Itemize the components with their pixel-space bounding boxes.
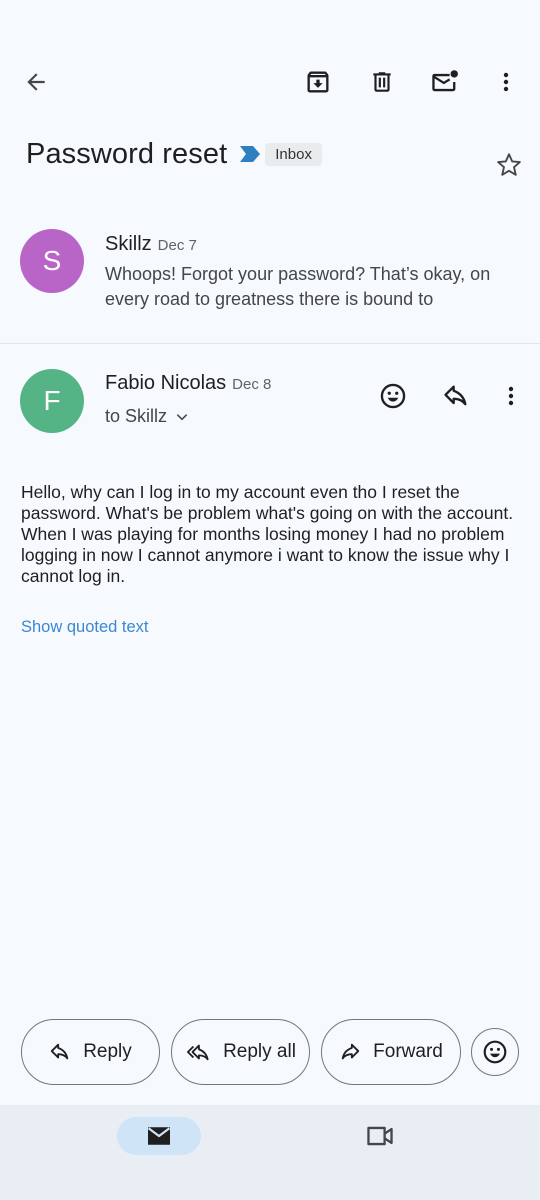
trash-icon	[373, 72, 391, 92]
emoji-reaction-button[interactable]	[471, 1028, 519, 1076]
mail-unread-icon	[432, 70, 458, 92]
reply-all-button[interactable]: Reply all	[171, 1019, 310, 1085]
subject-row: Password reset Inbox	[26, 134, 322, 174]
recipient-details-toggle[interactable]: to Skillz	[105, 406, 189, 427]
archive-icon	[307, 71, 329, 93]
star-outline-icon	[497, 153, 521, 176]
mark-unread-button[interactable]	[425, 62, 465, 102]
sender-name: Skillz	[105, 233, 152, 255]
reply-label: Reply	[83, 1041, 132, 1062]
recipient-line: to Skillz	[105, 406, 168, 426]
reply-icon-button[interactable]	[436, 376, 476, 416]
message-body: Hello, why can I log in to my account ev…	[21, 482, 514, 586]
mail-icon	[147, 1127, 171, 1145]
email-subject: Password reset	[26, 137, 228, 170]
reply-icon	[444, 385, 467, 406]
importance-marker-icon[interactable]	[239, 145, 261, 163]
emoji-icon	[380, 383, 406, 409]
reply-all-icon	[187, 1044, 209, 1061]
reply-all-label: Reply all	[223, 1041, 296, 1062]
message-snippet[interactable]: Whoops! Forgot your password? That’s oka…	[105, 262, 505, 312]
archive-button[interactable]	[298, 62, 338, 102]
message-date: Dec 7	[157, 237, 197, 254]
message-header[interactable]: Fabio Nicolas Dec 8	[105, 372, 271, 395]
arrow-left-icon	[27, 73, 45, 91]
back-button[interactable]	[16, 62, 56, 102]
sender-name: Fabio Nicolas	[105, 372, 227, 394]
nav-mail-tab[interactable]	[117, 1117, 201, 1155]
add-reaction-button[interactable]	[373, 376, 413, 416]
reply-icon	[51, 1043, 69, 1060]
show-quoted-text-link[interactable]: Show quoted text	[21, 618, 149, 637]
more-vertical-icon	[503, 72, 509, 92]
reply-button[interactable]: Reply	[21, 1019, 160, 1085]
video-icon	[367, 1126, 393, 1146]
sender-avatar[interactable]: S	[20, 229, 84, 293]
message-date: Dec 8	[232, 376, 272, 393]
nav-meet-tab[interactable]	[360, 1117, 400, 1155]
inbox-label-chip[interactable]: Inbox	[265, 142, 322, 166]
message-header[interactable]: Skillz Dec 7	[105, 233, 197, 256]
chevron-down-icon	[176, 413, 188, 420]
star-button[interactable]	[490, 146, 528, 184]
forward-label: Forward	[373, 1041, 443, 1062]
forward-button[interactable]: Forward	[321, 1019, 461, 1085]
more-vertical-icon	[508, 386, 514, 406]
bottom-navigation	[0, 1105, 540, 1200]
message-more-button[interactable]	[494, 376, 528, 416]
emoji-icon	[483, 1040, 507, 1064]
delete-button[interactable]	[362, 62, 402, 102]
message-divider	[0, 343, 540, 344]
forward-icon	[341, 1043, 360, 1060]
sender-avatar[interactable]: F	[20, 369, 84, 433]
more-options-button[interactable]	[488, 62, 524, 102]
